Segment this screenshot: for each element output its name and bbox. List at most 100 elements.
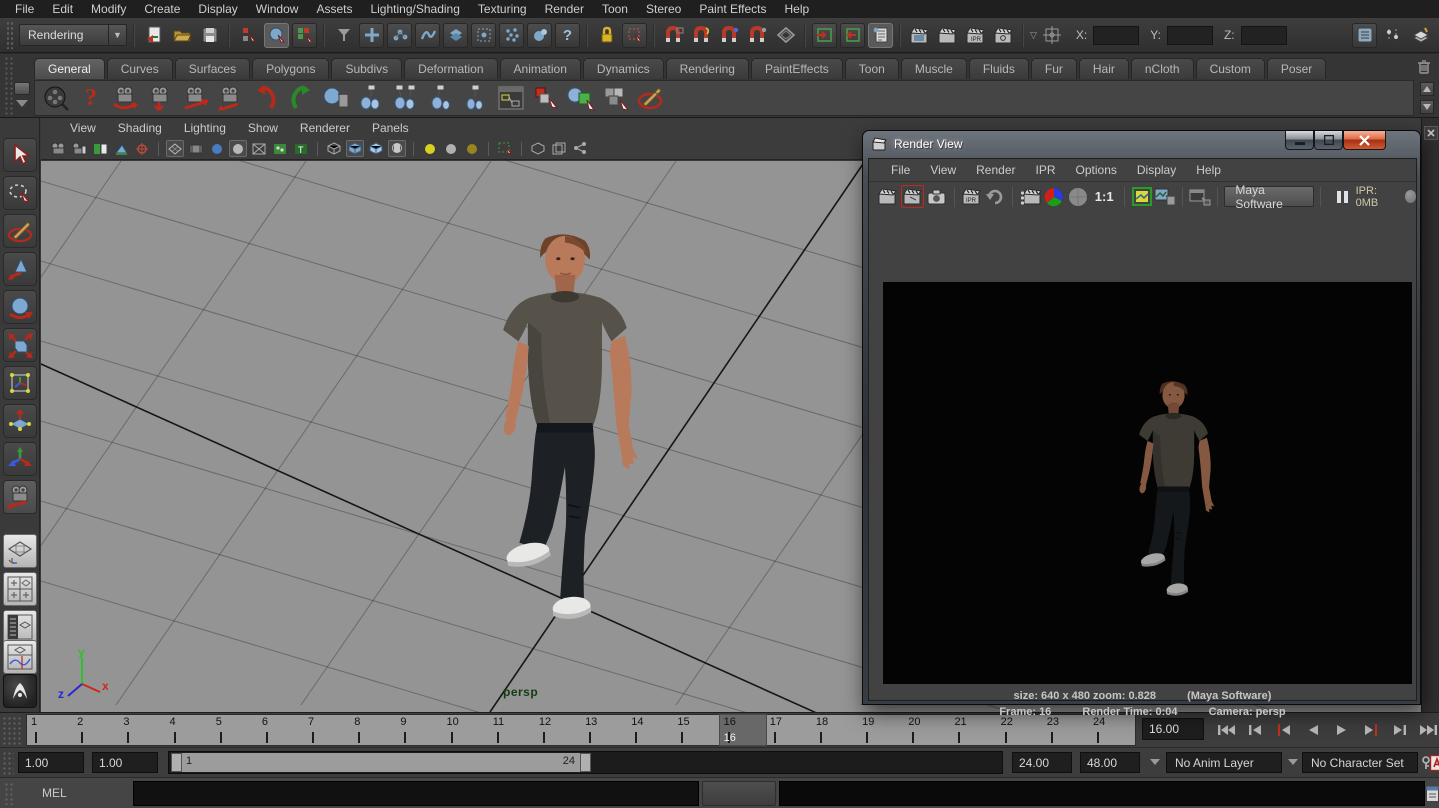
highlight-selection-button[interactable]	[622, 23, 647, 48]
frame-slot[interactable]: 15	[673, 715, 719, 745]
frame-slot[interactable]: 9	[396, 715, 442, 745]
animation-start-field[interactable]	[18, 752, 84, 773]
snap-projected-center-icon[interactable]	[745, 23, 770, 48]
isolate-select-icon[interactable]	[496, 140, 514, 157]
render-current-frame-button[interactable]	[935, 23, 960, 48]
x-coord-input[interactable]	[1093, 26, 1139, 45]
menu-paint-effects[interactable]: Paint Effects	[690, 0, 775, 18]
textured-display-icon[interactable]	[367, 140, 385, 157]
render-current-frame-button[interactable]	[877, 185, 899, 208]
grip-handle[interactable]	[2, 716, 22, 745]
menu-modify[interactable]: Modify	[82, 0, 135, 18]
tool-settings-button[interactable]	[1380, 23, 1405, 48]
frame-slot[interactable]: 10	[443, 715, 489, 745]
outliner-persp-layout-button[interactable]	[3, 610, 37, 644]
key-light-icon[interactable]	[421, 140, 439, 157]
save-scene-button[interactable]	[197, 23, 222, 48]
keep-image-button[interactable]	[1131, 185, 1153, 208]
wireframe-icon[interactable]	[166, 140, 184, 157]
close-button[interactable]	[1343, 131, 1386, 150]
film-reel-icon[interactable]	[41, 83, 71, 113]
anim-layer-menu-arrow-icon[interactable]	[1150, 759, 1160, 765]
range-slider-groove[interactable]: 1 24	[168, 751, 1003, 774]
anim-layer-select[interactable]: No Anim Layer	[1166, 752, 1282, 773]
frame-slot[interactable]: 13	[581, 715, 627, 745]
make-live-icon[interactable]	[773, 23, 798, 48]
menu-create[interactable]: Create	[135, 0, 189, 18]
lock-selection-button[interactable]	[594, 23, 619, 48]
group-objects-cursor-icon[interactable]	[601, 83, 631, 113]
help-icon[interactable]: ?	[76, 83, 106, 113]
shelf-tab-curves[interactable]: Curves	[107, 58, 173, 79]
auto-keyframe-toggle[interactable]	[1430, 755, 1439, 774]
grip-handle[interactable]	[4, 56, 14, 116]
frame-slot[interactable]: 24	[1089, 715, 1135, 745]
render-settings-button[interactable]	[991, 23, 1016, 48]
default-material-icon[interactable]	[325, 140, 343, 157]
step-forward-frame-button[interactable]	[1357, 717, 1384, 742]
frame-ruler[interactable]: 1 2 3 4 5 6 7 8 9 10 11 12 13 14 15 1616…	[26, 714, 1136, 746]
frame-slot[interactable]: 5	[212, 715, 258, 745]
maximize-button[interactable]	[1314, 131, 1343, 150]
paint-select-tool-button[interactable]	[3, 214, 37, 248]
frame-slot[interactable]: 8	[350, 715, 396, 745]
step-back-frame-button[interactable]	[1270, 717, 1297, 742]
step-forward-key-button[interactable]	[1386, 717, 1413, 742]
ipr-render-button[interactable]: IPR	[963, 23, 988, 48]
bounding-box-icon[interactable]	[250, 140, 268, 157]
current-frame-marker[interactable]: 1616	[720, 715, 766, 745]
shelf-tab-animation[interactable]: Animation	[500, 58, 581, 79]
chevron-down-icon[interactable]: ▼	[108, 25, 126, 45]
film-gate-icon[interactable]	[187, 140, 205, 157]
open-render-settings-button[interactable]	[1189, 185, 1211, 208]
xray-icon[interactable]	[529, 140, 547, 157]
ipr-region-render-button[interactable]	[1019, 185, 1041, 208]
playback-range-bar[interactable]: 1 24	[171, 753, 591, 772]
select-deformations-button[interactable]	[471, 23, 496, 48]
grip-handle[interactable]	[2, 751, 14, 775]
shelf-tab-ncloth[interactable]: nCloth	[1131, 58, 1194, 79]
refresh-ipr-button[interactable]	[984, 185, 1006, 208]
frame-slot[interactable]: 7	[304, 715, 350, 745]
scale-tool-button[interactable]	[3, 328, 37, 362]
no-live-surface-icon[interactable]	[1040, 23, 1065, 48]
menu-display[interactable]: Display	[189, 0, 246, 18]
mel-command-input[interactable]	[133, 781, 699, 806]
shelf-tab-deformation[interactable]: Deformation	[404, 58, 497, 79]
snap-filter-icon[interactable]	[331, 23, 356, 48]
display-rgb-channels-button[interactable]	[1043, 185, 1065, 208]
shelf-tab-painteffects[interactable]: PaintEffects	[751, 58, 843, 79]
range-start-handle[interactable]	[171, 753, 182, 772]
frame-slot[interactable]: 4	[166, 715, 212, 745]
animation-end-field[interactable]	[1080, 752, 1140, 773]
node-network-2-icon[interactable]	[391, 83, 421, 113]
select-curves-button[interactable]	[415, 23, 440, 48]
channel-box-button[interactable]	[1408, 23, 1433, 48]
camera-bookmark-icon[interactable]	[70, 140, 88, 157]
real-size-button[interactable]: 1:1	[1091, 189, 1118, 204]
panel-close-button[interactable]	[1424, 126, 1438, 140]
smooth-shade-all-icon[interactable]	[229, 140, 247, 157]
new-scene-button[interactable]	[141, 23, 166, 48]
share-view-icon[interactable]	[571, 140, 589, 157]
camera-track-icon[interactable]	[181, 83, 211, 113]
shelf-scroll-down-button[interactable]	[1420, 100, 1434, 114]
frame-slot[interactable]: 21	[950, 715, 996, 745]
frame-slot[interactable]: 22	[997, 715, 1043, 745]
texture-placement-icon[interactable]: T	[292, 140, 310, 157]
menu-texturing[interactable]: Texturing	[469, 0, 536, 18]
open-scene-button[interactable]	[169, 23, 194, 48]
frame-slot[interactable]: 19	[858, 715, 904, 745]
rv-menu-help[interactable]: Help	[1186, 163, 1231, 177]
dim-light-icon[interactable]	[463, 140, 481, 157]
pause-ipr-icon[interactable]	[1337, 191, 1348, 203]
menu-set-selector[interactable]: Rendering ▼	[19, 24, 127, 46]
textured-mode-icon[interactable]	[271, 140, 289, 157]
current-time-field[interactable]	[1142, 718, 1204, 740]
grip-handle[interactable]	[6, 21, 13, 48]
open-render-view-button[interactable]	[907, 23, 932, 48]
grip-handle[interactable]	[4, 782, 14, 805]
single-pane-layout-button[interactable]	[3, 534, 37, 568]
menu-edit[interactable]: Edit	[43, 0, 82, 18]
shelf-menu-button[interactable]	[14, 82, 30, 95]
